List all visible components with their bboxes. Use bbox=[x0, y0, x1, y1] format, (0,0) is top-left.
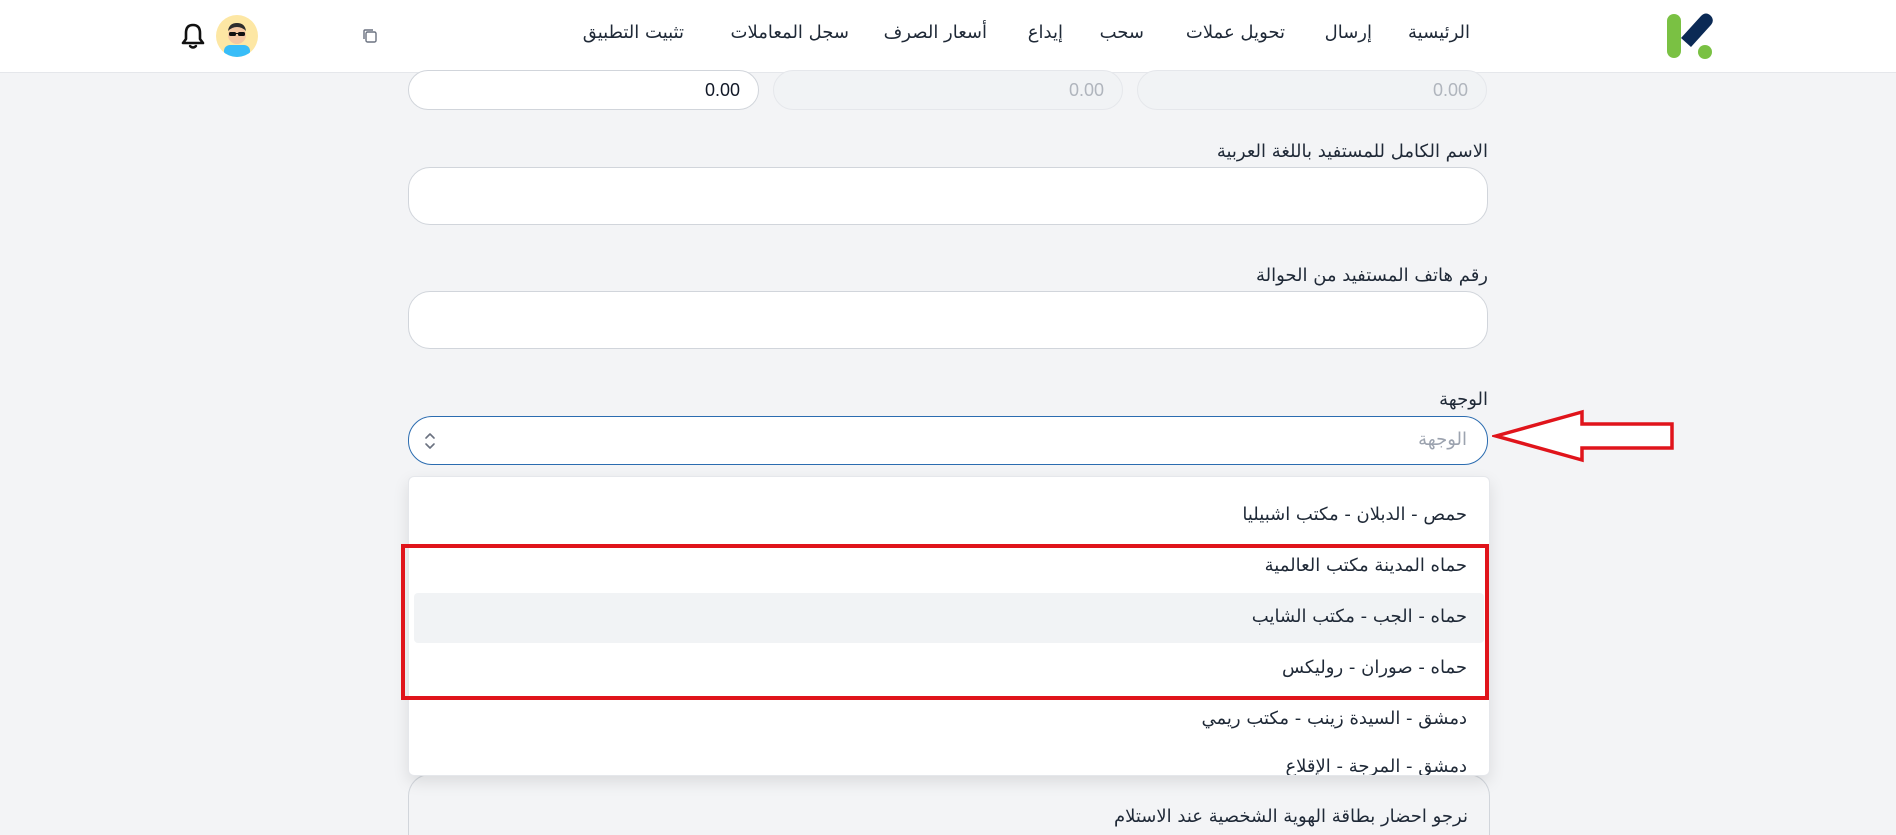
amount-field-3[interactable]: 0.00 bbox=[408, 70, 759, 110]
logo-icon[interactable] bbox=[1665, 11, 1715, 61]
top-navigation-bar: الرئيسية إرسال تحويل عملات سحب إيداع أسع… bbox=[0, 0, 1896, 73]
copy-icon[interactable] bbox=[360, 26, 380, 46]
nav-install-app[interactable]: تثبيت التطبيق bbox=[583, 22, 684, 43]
destination-select[interactable]: الوجهة bbox=[408, 416, 1488, 465]
notes-text: نرجو احضار بطاقة الهوية الشخصية عند الاس… bbox=[1113, 806, 1468, 827]
highlight-rectangle bbox=[401, 544, 1489, 700]
nav-transaction-history[interactable]: سجل المعاملات bbox=[731, 22, 849, 43]
dropdown-option[interactable]: حمص - الدبلان - مكتب اشبيليا bbox=[414, 491, 1484, 541]
phone-input[interactable] bbox=[408, 291, 1488, 349]
phone-label: رقم هاتف المستفيد من الحوالة bbox=[1255, 265, 1488, 286]
bell-icon[interactable] bbox=[178, 21, 208, 51]
amount-field-1: 0.00 bbox=[1137, 70, 1487, 110]
nav-currency-exchange[interactable]: تحويل عملات bbox=[1186, 22, 1285, 43]
nav-deposit[interactable]: إيداع bbox=[1028, 22, 1063, 43]
dropdown-option[interactable]: دمشق - السيدة زينب - مكتب ريمي bbox=[414, 695, 1484, 745]
full-name-input[interactable] bbox=[408, 167, 1488, 225]
nav-withdraw[interactable]: سحب bbox=[1100, 22, 1144, 43]
amount-field-2: 0.00 bbox=[773, 70, 1123, 110]
destination-placeholder: الوجهة bbox=[1418, 429, 1467, 450]
avatar-icon[interactable] bbox=[216, 15, 258, 57]
full-name-label: الاسم الكامل للمستفيد باللغة العربية bbox=[1216, 141, 1488, 162]
destination-label: الوجهة bbox=[1439, 389, 1488, 410]
nav-send[interactable]: إرسال bbox=[1325, 22, 1372, 43]
dropdown-option[interactable]: دمشق - المرجة - الإقلاع bbox=[414, 743, 1484, 775]
nav-home[interactable]: الرئيسية bbox=[1408, 22, 1470, 43]
chevron-up-down-icon bbox=[425, 433, 435, 449]
red-arrow-annotation bbox=[1492, 409, 1674, 463]
nav-exchange-rates[interactable]: أسعار الصرف bbox=[884, 22, 987, 43]
